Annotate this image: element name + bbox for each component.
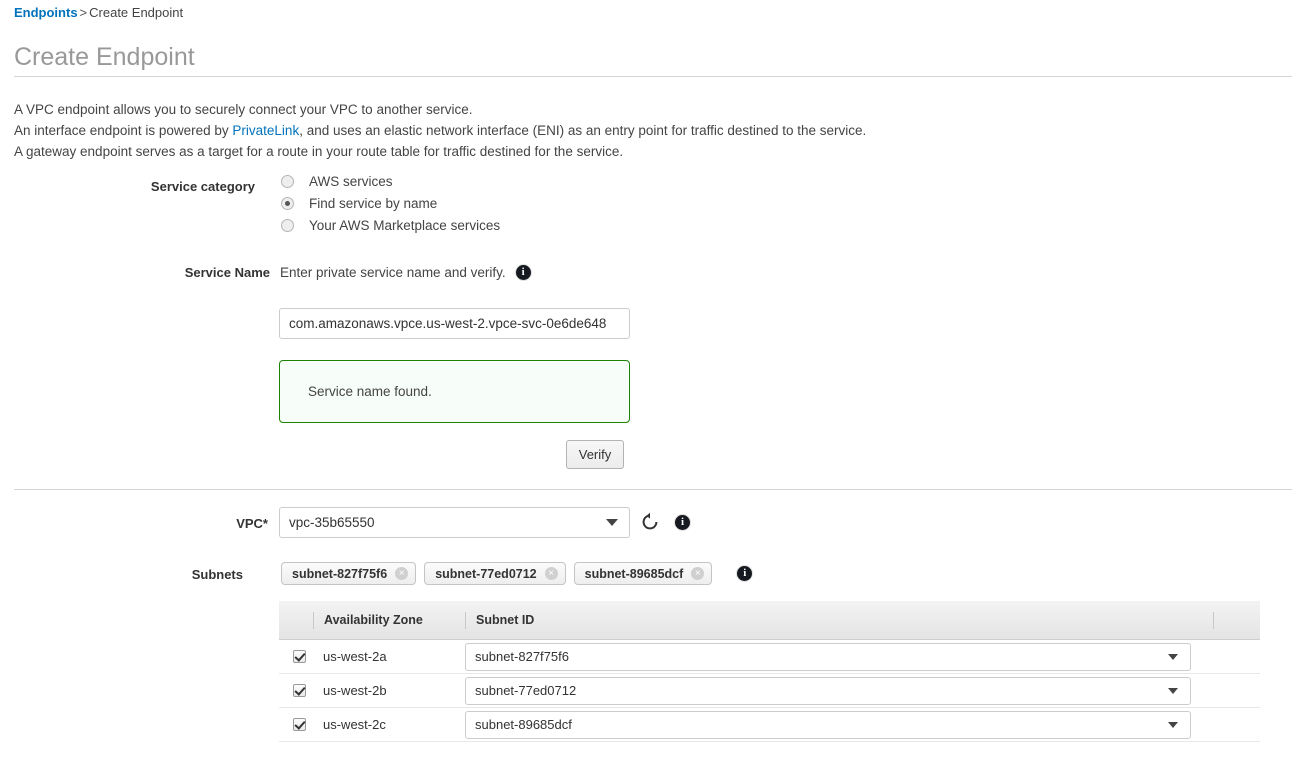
row-availability-zone-cell: us-west-2c (313, 717, 465, 732)
breadcrumb-current: Create Endpoint (89, 5, 184, 20)
close-icon[interactable]: × (544, 567, 558, 580)
service-name-status-message: Service name found. (308, 384, 432, 399)
radio-label-marketplace-services: Your AWS Marketplace services (309, 217, 501, 233)
row-checkbox[interactable] (293, 684, 306, 697)
table-row: us-west-2c subnet-89685dcf (279, 708, 1260, 742)
subnet-select[interactable]: subnet-77ed0712 (465, 676, 1191, 705)
radio-circle-icon (281, 196, 294, 210)
chevron-down-icon (1168, 687, 1178, 694)
row-checkbox[interactable] (293, 718, 306, 731)
subnet-selected-value: subnet-77ed0712 (475, 683, 577, 698)
title-divider (14, 76, 1292, 77)
close-icon[interactable]: × (691, 567, 705, 580)
intro-line-1: A VPC endpoint allows you to securely co… (14, 102, 473, 117)
info-icon[interactable]: i (737, 566, 753, 581)
radio-aws-services[interactable]: AWS services (281, 170, 500, 192)
availability-zone-value: us-west-2b (323, 683, 387, 698)
service-name-label: Service Name (184, 265, 270, 280)
table-row: us-west-2a subnet-827f75f6 (279, 640, 1260, 674)
radio-circle-icon (281, 174, 294, 188)
row-checkbox[interactable] (293, 650, 306, 663)
breadcrumb-link-endpoints[interactable]: Endpoints (14, 5, 78, 20)
service-category-label: Service category (150, 179, 255, 194)
chevron-down-icon (1168, 721, 1178, 728)
row-subnet-cell: subnet-89685dcf (465, 710, 1213, 739)
vpc-selected-value: vpc-35b65550 (289, 515, 375, 530)
vpc-select[interactable]: vpc-35b65550 (279, 507, 630, 538)
subnet-tag: subnet-77ed0712 × (424, 562, 566, 585)
subnet-tag-label: subnet-89685dcf (584, 566, 684, 581)
radio-marketplace-services[interactable]: Your AWS Marketplace services (281, 214, 500, 236)
row-select-cell (279, 650, 313, 663)
row-subnet-cell: subnet-827f75f6 (465, 642, 1213, 671)
intro-line-2: An interface endpoint is powered by Priv… (14, 120, 866, 141)
service-name-input[interactable] (279, 308, 630, 339)
radio-circle-icon (281, 218, 294, 232)
column-header-subnet-id: Subnet ID (465, 611, 1213, 629)
subnet-table: Availability Zone Subnet ID us-west-2a s… (279, 601, 1260, 742)
column-header-extra (1213, 611, 1260, 629)
subnet-select[interactable]: subnet-89685dcf (465, 710, 1191, 739)
subnet-tag-label: subnet-827f75f6 (292, 566, 388, 581)
service-category-radio-group: AWS services Find service by name Your A… (281, 170, 500, 236)
intro-line-3: A gateway endpoint serves as a target fo… (14, 144, 624, 159)
close-icon[interactable]: × (395, 567, 409, 580)
verify-button[interactable]: Verify (566, 440, 624, 469)
subnet-selected-value: subnet-89685dcf (475, 717, 572, 732)
service-name-helper: Enter private service name and verify. i (280, 265, 531, 280)
privatelink-link[interactable]: PrivateLink (232, 123, 299, 138)
section-divider (14, 489, 1292, 490)
intro-line-2-suffix: , and uses an elastic network interface … (299, 123, 867, 138)
chevron-down-icon (1168, 653, 1178, 660)
info-icon[interactable]: i (515, 265, 531, 280)
row-select-cell (279, 718, 313, 731)
radio-find-service-by-name[interactable]: Find service by name (281, 192, 500, 214)
table-row: us-west-2b subnet-77ed0712 (279, 674, 1260, 708)
service-name-helper-text: Enter private service name and verify. (280, 265, 506, 280)
availability-zone-value: us-west-2c (323, 717, 386, 732)
row-select-cell (279, 684, 313, 697)
intro-line-2-prefix: An interface endpoint is powered by (14, 123, 229, 138)
subnet-tag: subnet-89685dcf × (573, 562, 713, 585)
radio-label-aws-services: AWS services (309, 173, 393, 189)
refresh-icon[interactable] (640, 512, 660, 532)
row-availability-zone-cell: us-west-2b (313, 683, 465, 698)
intro-description: A VPC endpoint allows you to securely co… (14, 99, 866, 162)
page-title: Create Endpoint (14, 43, 195, 71)
column-header-select (279, 612, 313, 629)
service-name-status-box: Service name found. (279, 360, 630, 423)
chevron-down-icon (606, 519, 618, 526)
row-availability-zone-cell: us-west-2a (313, 649, 465, 664)
subnet-table-header: Availability Zone Subnet ID (279, 601, 1260, 640)
availability-zone-value: us-west-2a (323, 649, 387, 664)
breadcrumb: Endpoints > Create Endpoint (14, 4, 183, 21)
subnet-tag: subnet-827f75f6 × (281, 562, 417, 585)
subnets-label: Subnets (191, 567, 243, 582)
row-subnet-cell: subnet-77ed0712 (465, 676, 1213, 705)
subnet-tag-label: subnet-77ed0712 (435, 566, 537, 581)
column-header-availability-zone: Availability Zone (313, 611, 465, 629)
info-icon[interactable]: i (675, 515, 690, 530)
radio-label-find-service-by-name: Find service by name (309, 195, 438, 211)
breadcrumb-separator: > (79, 5, 88, 20)
subnet-selected-value: subnet-827f75f6 (475, 649, 569, 664)
subnet-select[interactable]: subnet-827f75f6 (465, 642, 1191, 671)
subnet-tag-list: subnet-827f75f6 × subnet-77ed0712 × subn… (281, 562, 753, 585)
vpc-label: VPC* (236, 516, 268, 531)
